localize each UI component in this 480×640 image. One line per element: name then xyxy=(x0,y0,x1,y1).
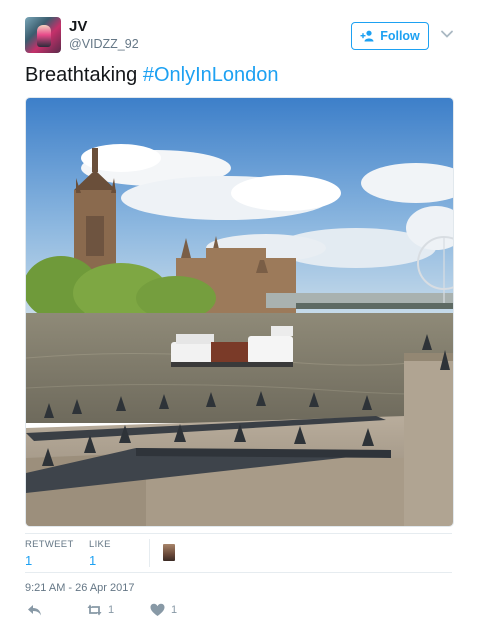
retweet-stat-count: 1 xyxy=(25,553,33,568)
avatar-figure xyxy=(37,25,51,47)
retweet-icon xyxy=(87,604,102,616)
like-stat-count: 1 xyxy=(89,553,97,568)
avatar[interactable] xyxy=(25,17,61,53)
tweet-photo[interactable] xyxy=(25,97,454,527)
retweet-stat-label: RETWEET xyxy=(25,539,74,550)
follow-button[interactable]: Follow xyxy=(351,22,429,50)
author-name[interactable]: JV xyxy=(69,18,87,35)
retweet-button[interactable]: 1 xyxy=(87,603,114,617)
like-count: 1 xyxy=(171,604,178,616)
tweet-body: Breathtaking xyxy=(25,64,143,86)
tweet-timestamp[interactable]: 9:21 AM - 26 Apr 2017 xyxy=(25,582,134,594)
like-button[interactable]: 1 xyxy=(150,603,177,617)
retweet-count: 1 xyxy=(108,604,115,616)
add-user-icon xyxy=(360,30,374,42)
follow-label: Follow xyxy=(380,29,420,43)
like-stat-label: LIKE xyxy=(89,539,111,550)
stats-divider xyxy=(149,539,150,567)
photo-scene xyxy=(26,98,453,526)
like-stat[interactable]: LIKE 1 xyxy=(89,539,111,568)
reply-button[interactable] xyxy=(27,603,42,617)
author-handle[interactable]: @VIDZZ_92 xyxy=(69,37,139,51)
tweet-text: Breathtaking #OnlyInLondon xyxy=(25,64,279,87)
retweet-stat[interactable]: RETWEET 1 xyxy=(25,539,74,568)
hashtag-link[interactable]: #OnlyInLondon xyxy=(143,64,279,86)
tweet-stats: RETWEET 1 LIKE 1 xyxy=(25,533,452,573)
tweet-actions: 1 1 xyxy=(25,603,325,621)
liker-avatar[interactable] xyxy=(163,544,175,561)
chevron-down-icon[interactable] xyxy=(440,29,454,39)
reply-icon xyxy=(28,605,41,616)
heart-icon xyxy=(150,603,165,616)
